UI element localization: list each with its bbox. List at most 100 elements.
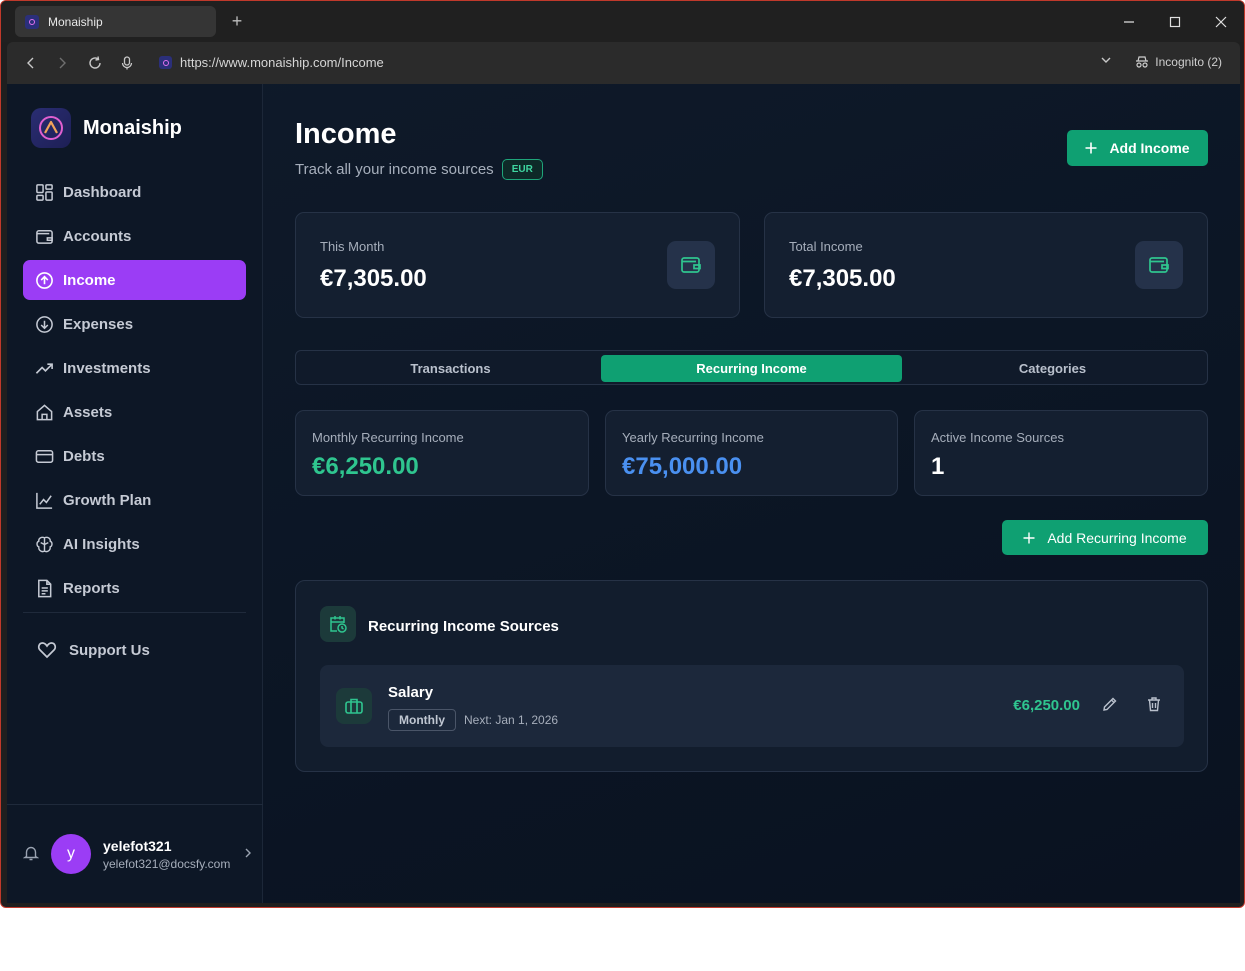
sidebar-item-reports[interactable]: Reports [23,568,246,608]
sidebar-item-label: Assets [63,403,113,421]
brand-name: Monaiship [83,116,182,139]
frequency-badge: Monthly [388,709,456,731]
wallet-icon [667,241,715,289]
title-bar: Monaiship + [1,1,1244,42]
page-title: Income [295,118,397,150]
sidebar-item-label: Dashboard [63,183,142,201]
pencil-icon [1103,697,1117,711]
brain-icon [36,536,53,552]
sidebar-item-label: Growth Plan [63,491,152,509]
back-button[interactable] [21,53,41,73]
forward-button[interactable] [52,53,72,73]
sidebar-item-label: Expenses [63,315,134,333]
sidebar-item-label: AI Insights [63,535,140,553]
add-income-button[interactable]: Add Income [1067,130,1208,166]
reload-button[interactable] [85,53,105,73]
incognito-icon [1136,56,1149,68]
tab-categories[interactable]: Categories [902,355,1203,382]
url-field[interactable]: https://www.monaiship.com/Income [180,55,384,70]
sidebar-item-label: Income [63,271,116,289]
edit-button[interactable] [1102,696,1118,717]
add-recurring-income-button[interactable]: Add Recurring Income [1002,520,1208,555]
notifications-button[interactable] [22,845,40,866]
plus-icon [1023,532,1035,543]
yearly-recurring-label: Yearly Recurring Income [622,430,764,445]
page-subtitle: Track all your income sources EUR [295,159,543,180]
site-favicon-icon [159,56,172,69]
trash-icon [1148,697,1160,712]
recurring-sources-panel: Recurring Income Sources Salary Monthly … [295,580,1208,772]
monthly-recurring-card: Monthly Recurring Income €6,250.00 [295,410,589,496]
sidebar-item-label: Accounts [63,227,132,245]
document-icon [38,579,52,597]
sidebar-item-assets[interactable]: Assets [23,392,246,432]
plus-icon [1085,142,1097,154]
this-month-card: This Month €7,305.00 [295,212,740,318]
tab-title: Monaiship [48,14,103,29]
sidebar: Monaiship Dashboard Accounts Income Expe… [7,84,263,903]
nav-divider [23,612,246,613]
list-item[interactable]: Salary Monthly Next: Jan 1, 2026 €6,250.… [320,665,1184,747]
microphone-icon [121,56,133,70]
user-email: yelefot321@docsfy.com [103,857,231,871]
new-tab-button[interactable]: + [227,9,247,33]
sidebar-nav: Dashboard Accounts Income Expenses Inves… [23,172,246,612]
total-income-label: Total Income [789,239,863,254]
wallet-icon [1135,241,1183,289]
add-recurring-label: Add Recurring Income [1047,529,1187,546]
sidebar-item-ai-insights[interactable]: AI Insights [23,524,246,564]
user-divider [7,804,263,805]
sidebar-item-expenses[interactable]: Expenses [23,304,246,344]
close-icon [1215,16,1227,27]
avatar[interactable]: y [51,834,91,874]
total-income-value: €7,305.00 [789,265,896,292]
sidebar-item-income[interactable]: Income [23,260,246,300]
tab-search-button[interactable] [1100,53,1112,71]
page-viewport: Monaiship Dashboard Accounts Income Expe… [7,84,1240,903]
voice-search-button[interactable] [117,53,137,73]
briefcase-icon [336,688,372,724]
address-bar: https://www.monaiship.com/Income Incogni… [7,42,1240,84]
maximize-button[interactable] [1152,1,1198,42]
delete-button[interactable] [1146,696,1162,717]
minimize-button[interactable] [1106,1,1152,42]
heart-icon [37,642,57,659]
active-sources-label: Active Income Sources [931,430,1064,445]
next-date: Next: Jan 1, 2026 [464,713,559,727]
calendar-clock-icon [320,606,356,642]
source-amount: €6,250.00 [1013,697,1080,714]
arrow-down-circle-icon [36,315,53,333]
income-tabs: Transactions Recurring Income Categories [295,350,1208,385]
user-name: yelefot321 [103,838,172,854]
browser-tab[interactable]: Monaiship [15,6,216,37]
sidebar-item-investments[interactable]: Investments [23,348,246,388]
wallet-icon [36,229,53,244]
active-sources-value: 1 [931,453,945,480]
dashboard-icon [36,183,53,201]
source-name: Salary [388,684,434,701]
sidebar-item-label: Debts [63,447,105,465]
home-icon [36,403,53,420]
maximize-icon [1169,16,1181,27]
yearly-recurring-value: €75,000.00 [622,453,743,480]
sidebar-item-growth-plan[interactable]: Growth Plan [23,480,246,520]
user-menu-button[interactable] [243,846,253,864]
sidebar-item-debts[interactable]: Debts [23,436,246,476]
tab-transactions[interactable]: Transactions [300,355,601,382]
this-month-value: €7,305.00 [320,265,427,292]
incognito-indicator[interactable]: Incognito (2) [1135,55,1222,69]
main-content: Income Track all your income sources EUR… [295,84,1208,903]
minimize-icon [1124,20,1134,23]
tab-recurring-income[interactable]: Recurring Income [601,355,902,382]
support-us-link[interactable]: Support Us [37,640,150,660]
incognito-label: Incognito (2) [1155,55,1222,69]
close-button[interactable] [1198,1,1244,42]
arrow-up-circle-icon [36,271,53,289]
logo-icon [31,108,71,148]
back-arrow-icon [27,57,34,69]
brand[interactable]: Monaiship [31,108,182,148]
sidebar-item-accounts[interactable]: Accounts [23,216,246,256]
monthly-recurring-label: Monthly Recurring Income [312,430,464,445]
subtitle-text: Track all your income sources [295,161,494,178]
sidebar-item-dashboard[interactable]: Dashboard [23,172,246,212]
